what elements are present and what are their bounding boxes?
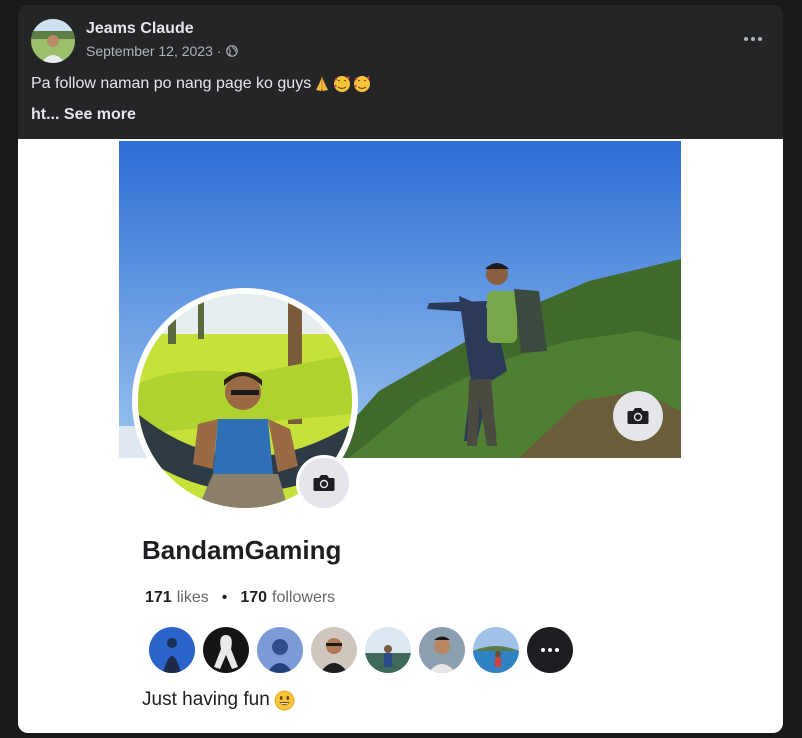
meta-separator: ·: [216, 43, 222, 59]
bio-text: Just having fun: [142, 689, 270, 710]
friend-avatars: [149, 627, 573, 673]
cover-camera-button[interactable]: [613, 391, 663, 441]
followers-label: followers: [272, 589, 336, 606]
likes-label: likes: [176, 589, 209, 606]
friend-avatar: [311, 627, 357, 673]
globe-icon: [225, 45, 238, 57]
camera-icon: [313, 475, 335, 491]
folded-hands-emoji: [316, 77, 329, 91]
friend-avatar: [365, 627, 411, 673]
ellipsis-icon: [541, 648, 559, 652]
post-meta: September 12, 2023 ·: [86, 43, 238, 59]
stats-bullet: •: [221, 589, 228, 606]
page-bio: Just having fun: [142, 689, 295, 711]
author-avatar[interactable]: [31, 19, 75, 63]
profile-camera-button[interactable]: [296, 455, 352, 511]
post-date[interactable]: September 12, 2023: [86, 43, 213, 59]
camera-icon: [627, 408, 649, 424]
page-name: BandamGaming: [142, 535, 342, 565]
friend-avatar: [257, 627, 303, 673]
grinning-face-emoji: [274, 690, 295, 710]
post-options-button[interactable]: [735, 25, 771, 53]
caption-truncated-text: ht...: [31, 106, 60, 123]
caption-second-line: ht... See more: [31, 106, 136, 124]
post-card: Jeams Claude September 12, 2023 · Pa fol…: [18, 5, 783, 733]
friend-avatar: [473, 627, 519, 673]
friend-avatar: [419, 627, 465, 673]
caption-text: Pa follow naman po nang page ko guys: [31, 75, 312, 92]
ellipsis-icon: [744, 37, 762, 41]
followers-count: 170: [240, 589, 268, 606]
more-friends-button[interactable]: [527, 627, 573, 673]
smiling-face-with-hearts-emoji: [354, 76, 371, 92]
author-name[interactable]: Jeams Claude: [86, 20, 194, 38]
page-stats: 171 likes • 170 followers: [145, 589, 335, 607]
smiling-face-with-hearts-emoji: [334, 76, 351, 92]
post-caption: Pa follow naman po nang page ko guys: [31, 75, 371, 93]
friend-avatar: [149, 627, 195, 673]
post-image[interactable]: BandamGaming 171 likes • 170 followers J…: [18, 139, 783, 733]
likes-count: 171: [145, 589, 172, 606]
see-more-link[interactable]: See more: [64, 106, 136, 123]
friend-avatar: [203, 627, 249, 673]
